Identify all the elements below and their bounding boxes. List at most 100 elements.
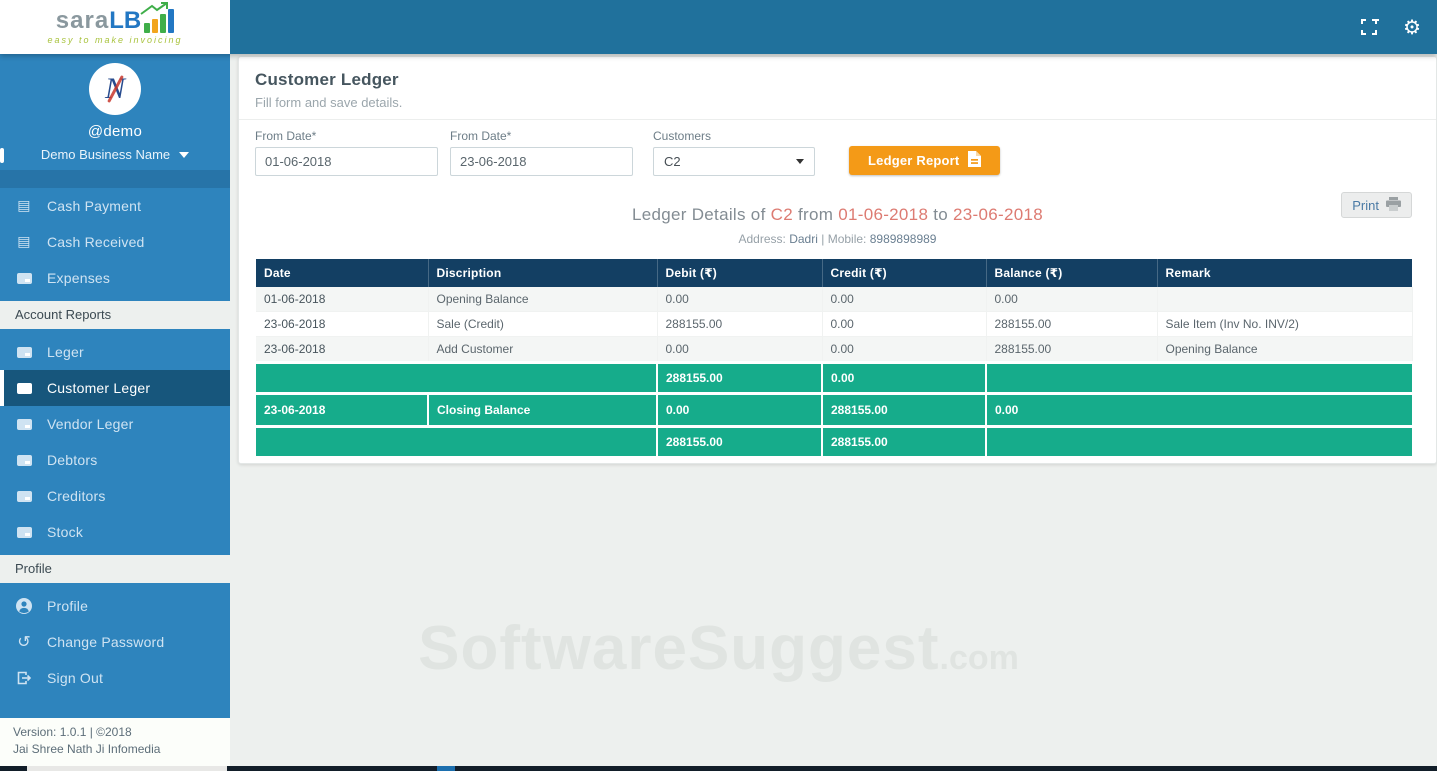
cell-date: 23-06-2018 — [256, 336, 429, 363]
report-title-prefix: Ledger Details of — [631, 205, 766, 224]
customers-select[interactable]: C2 — [653, 147, 815, 176]
cell-credit: 0.00 — [822, 287, 987, 312]
closing-date: 23-06-2018 — [256, 392, 428, 427]
closing-debit: 0.00 — [656, 392, 822, 427]
cell-balance: 288155.00 — [986, 311, 1158, 337]
cell-debit: 0.00 — [657, 287, 823, 312]
taskbar-segment-blue — [437, 766, 455, 771]
fullscreen-icon[interactable] — [1359, 17, 1380, 37]
col-header-balance: Balance (₹) — [986, 259, 1158, 287]
customers-selected-value: C2 — [664, 154, 681, 169]
sidebar-footer: Version: 1.0.1 | ©2018 Jai Shree Nath Ji… — [0, 718, 230, 766]
sidebar-item-leger[interactable]: Leger — [0, 334, 230, 370]
subtotal-credit: 0.00 — [821, 361, 986, 394]
logo-barchart-icon — [140, 2, 175, 33]
reset-arrow-icon: ↺ — [17, 632, 31, 651]
report-title: Ledger Details of C2 from 01-06-2018 to … — [239, 205, 1436, 225]
cell-description: Opening Balance — [428, 287, 658, 312]
cell-description: Sale (Credit) — [428, 311, 658, 337]
avatar[interactable]: N — [89, 63, 141, 115]
print-button-label: Print — [1352, 197, 1379, 213]
sidebar-item-customer-leger[interactable]: Customer Leger — [0, 370, 230, 406]
person-icon — [15, 598, 33, 614]
card-icon — [15, 346, 33, 358]
cell-remark: Sale Item (Inv No. INV/2) — [1157, 311, 1413, 337]
watermark-text: SoftwareSuggest — [418, 614, 940, 683]
card-icon — [15, 454, 33, 466]
sidebar-scrollbar-thumb[interactable] — [0, 148, 4, 163]
sidebar-item-expenses[interactable]: Expenses — [0, 260, 230, 296]
version-text: Version: 1.0.1 | ©2018 — [13, 725, 132, 739]
total-empty — [256, 425, 657, 456]
print-button[interactable]: Print — [1341, 192, 1412, 218]
menu-scroll-cutoff — [0, 170, 230, 188]
sidebar-item-sign-out[interactable]: Sign Out — [0, 660, 230, 696]
col-header-date: Date — [256, 259, 429, 287]
subtotal-row: 288155.00 0.00 — [256, 361, 1412, 394]
report-address-line: Address: Dadri | Mobile: 8989898989 — [239, 232, 1436, 246]
page-subtitle: Fill form and save details. — [255, 95, 403, 110]
ledger-filter-form: From Date* From Date* Customers C2 Ledge… — [239, 120, 1436, 178]
total-empty — [985, 425, 1412, 456]
sidebar-profile-block: N @demo Demo Business Name — [0, 54, 230, 162]
to-date-input[interactable] — [450, 147, 633, 176]
business-name: Demo Business Name — [40, 147, 171, 162]
from-date-input[interactable] — [255, 147, 438, 176]
sidebar-item-profile[interactable]: Profile — [0, 588, 230, 624]
subtotal-empty — [256, 361, 657, 394]
business-name-toggle[interactable]: Demo Business Name — [0, 147, 230, 162]
receipt-icon: ▤ — [17, 234, 31, 250]
total-debit: 288155.00 — [656, 425, 822, 456]
cell-date: 23-06-2018 — [256, 311, 429, 337]
table-row: 01-06-2018 Opening Balance 0.00 0.00 0.0… — [256, 287, 1413, 312]
sidebar-item-vendor-leger[interactable]: Vendor Leger — [0, 406, 230, 442]
closing-label: Closing Balance — [427, 392, 657, 427]
from-date-label: From Date* — [255, 129, 317, 143]
printer-icon — [1386, 196, 1401, 214]
sidebar-item-label: Debtors — [47, 452, 98, 468]
mobile-value: 8989898989 — [869, 232, 937, 246]
user-handle: @demo — [87, 123, 143, 140]
to-date-group: From Date* — [450, 129, 633, 176]
closing-balance: 0.00 — [985, 392, 1412, 427]
address-divider: | — [821, 232, 825, 246]
ledger-report-button[interactable]: Ledger Report — [849, 146, 1001, 175]
card-icon — [15, 490, 33, 502]
report-title-to-word: to — [933, 205, 949, 224]
sidebar-item-label: Customer Leger — [47, 380, 151, 396]
address-label: Address: — [738, 232, 786, 246]
sidebar-item-stock[interactable]: Stock — [0, 514, 230, 550]
sidebar: N @demo Demo Business Name ▤ Cash Paymen… — [0, 54, 230, 718]
customers-label: Customers — [653, 129, 712, 143]
cell-credit: 0.00 — [822, 336, 987, 363]
card-header: Customer Ledger Fill form and save detai… — [239, 57, 1436, 120]
sidebar-item-debtors[interactable]: Debtors — [0, 442, 230, 478]
chevron-down-icon — [179, 151, 190, 158]
sidebar-section-account-reports: Account Reports — [0, 301, 230, 329]
taskbar-segment-light — [27, 766, 227, 771]
mobile-label: Mobile: — [827, 232, 867, 246]
cell-credit: 0.00 — [822, 311, 987, 337]
col-header-credit: Credit (₹) — [822, 259, 987, 287]
page-title: Customer Ledger — [255, 70, 399, 89]
sidebar-item-label: Cash Payment — [47, 198, 142, 214]
sidebar-item-cash-received[interactable]: ▤ Cash Received — [0, 224, 230, 260]
gear-icon[interactable]: ⚙ — [1403, 17, 1421, 37]
sidebar-item-label: Stock — [47, 524, 84, 540]
table-header-row: Date Discription Debit (₹) Credit (₹) Ba… — [256, 259, 1412, 287]
customer-ledger-card: Customer Ledger Fill form and save detai… — [238, 56, 1437, 464]
subtotal-empty — [985, 361, 1412, 394]
report-title-from-word: from — [798, 205, 834, 224]
total-row: 288155.00 288155.00 — [256, 425, 1412, 456]
closing-balance-row: 23-06-2018 Closing Balance 0.00 288155.0… — [256, 392, 1412, 427]
sidebar-item-label: Change Password — [47, 634, 165, 650]
sidebar-section-profile: Profile — [0, 555, 230, 583]
cell-description: Add Customer — [428, 336, 658, 363]
logo-text-sara: sara — [55, 7, 110, 34]
sidebar-item-change-password[interactable]: ↺ Change Password — [0, 624, 230, 660]
subtotal-debit: 288155.00 — [656, 361, 822, 394]
sidebar-item-cash-payment[interactable]: ▤ Cash Payment — [0, 188, 230, 224]
sidebar-item-creditors[interactable]: Creditors — [0, 478, 230, 514]
cell-balance: 288155.00 — [986, 336, 1158, 363]
sign-out-icon — [15, 670, 33, 686]
